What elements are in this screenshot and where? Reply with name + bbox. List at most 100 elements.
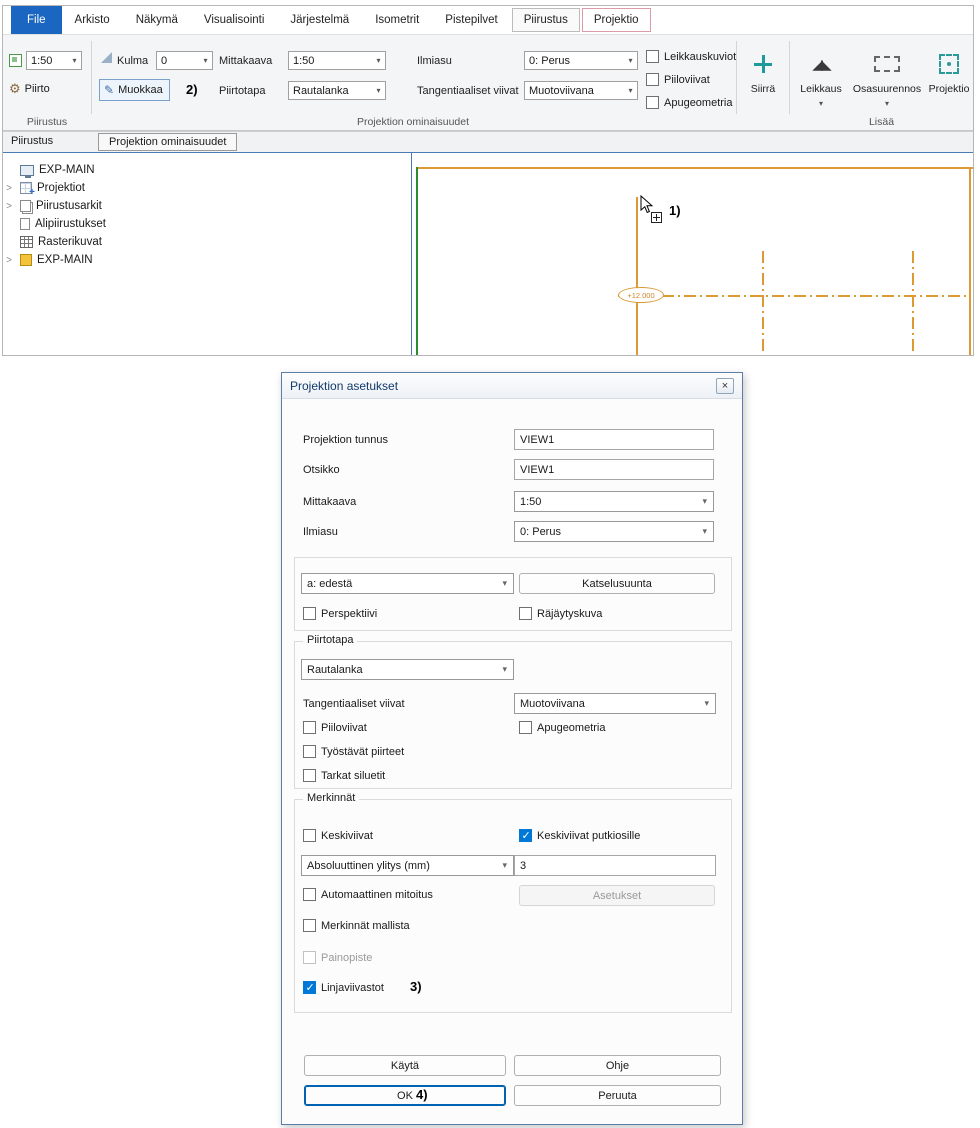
tangent-label: Tangentiaaliset viivat (303, 698, 405, 710)
tree-item-projektiot[interactable]: Projektiot (3, 179, 409, 197)
expander-icon[interactable] (3, 254, 15, 266)
checkbox-apugeometria-ribbon[interactable]: Apugeometria (646, 96, 733, 109)
panel-tab-projektion-ominaisuudet[interactable]: Projektion ominaisuudet (98, 133, 237, 151)
ok-button[interactable]: OK (304, 1085, 506, 1106)
tree-item-alipiirustukset[interactable]: Alipiirustukset (3, 215, 409, 233)
group-label-piirustus: Piirustus (3, 116, 91, 128)
tab-jarjestelma[interactable]: Järjestelmä (277, 6, 362, 34)
panel-tab-piirustus[interactable]: Piirustus (11, 135, 53, 147)
projektio-button[interactable]: Projektio (925, 45, 973, 95)
ilmiasu-select[interactable]: 0: Perus (514, 521, 714, 542)
tangent-select[interactable]: Muotoviivana (514, 693, 716, 714)
model-icon (20, 254, 32, 266)
checkbox-label: Tarkat siluetit (321, 770, 385, 782)
merkinnat-group-label: Merkinnät (303, 792, 359, 804)
checkbox-label: Piiloviivat (664, 74, 710, 86)
centerline-vertical-2 (912, 251, 914, 355)
piirto-button[interactable]: Piirto (9, 82, 50, 96)
centerline-vertical-1 (762, 251, 764, 355)
tangent-value: Muotoviivana (525, 85, 624, 97)
checkbox-box (519, 721, 532, 734)
tunnus-input[interactable]: VIEW1 (514, 429, 714, 450)
checkbox-piiloviivat[interactable]: Piiloviivat (303, 721, 367, 734)
ylitys-mode-select[interactable]: Absoluuttinen ylitys (mm) (301, 855, 514, 876)
level-marker: +12.000 (618, 287, 664, 303)
ilmiasu-combo[interactable]: 0: Perus (524, 51, 638, 70)
checkbox-leikkauskuviot[interactable]: Leikkauskuviot (646, 50, 736, 63)
piirtotapa-value: Rautalanka (307, 664, 363, 676)
chevron-down-icon (624, 56, 637, 65)
drawing-canvas[interactable]: +12.000 1) (412, 153, 973, 355)
ribbon: 1:50 Piirto Piirustus Kulma 0 Muokkaa 2)… (3, 34, 973, 131)
sheets-icon (20, 200, 31, 212)
checkbox-label: Työstävät piirteet (321, 746, 404, 758)
annotation-4: 4) (416, 1087, 428, 1102)
otsikko-input[interactable]: VIEW1 (514, 459, 714, 480)
tree-item-rasterikuvat[interactable]: Rasterikuvat (3, 233, 409, 251)
tree-item-exp-main[interactable]: EXP-MAIN (3, 161, 409, 179)
checkbox-box (303, 951, 316, 964)
checkbox-box (303, 888, 316, 901)
checkbox-box (303, 721, 316, 734)
expander-icon[interactable] (3, 200, 15, 212)
checkbox-keskiviivat-putkiosille[interactable]: Keskiviivat putkiosille (519, 829, 640, 842)
tree-item-exp-main-model[interactable]: EXP-MAIN (3, 251, 409, 269)
tab-file[interactable]: File (11, 6, 62, 34)
checkbox-tarkat-siluetit[interactable]: Tarkat siluetit (303, 769, 385, 782)
osasuurennos-button[interactable]: Osasuurennos (850, 45, 924, 109)
tab-nakyma[interactable]: Näkymä (123, 6, 191, 34)
tab-piirustus[interactable]: Piirustus (512, 8, 580, 32)
view-direction-select[interactable]: a: edestä (301, 573, 514, 594)
kayta-button[interactable]: Käytä (304, 1055, 506, 1076)
checkbox-box (303, 829, 316, 842)
dialog-titlebar[interactable]: Projektion asetukset (282, 373, 742, 399)
checkbox-automaattinen-mitoitus[interactable]: Automaattinen mitoitus (303, 888, 433, 901)
ohje-button[interactable]: Ohje (514, 1055, 721, 1076)
app-window: File Arkisto Näkymä Visualisointi Järjes… (2, 5, 974, 356)
annotation-3: 3) (410, 979, 422, 994)
checkbox-apugeometria[interactable]: Apugeometria (519, 721, 606, 734)
checkbox-label: Perspektiivi (321, 608, 377, 620)
kulma-combo[interactable]: 0 (156, 51, 213, 70)
siirra-button[interactable]: Siirrä (740, 45, 786, 95)
checkbox-linjaviivastot[interactable]: Linjaviivastot (303, 981, 384, 994)
mittakaava-label: Mittakaava (219, 55, 272, 67)
checkbox-label: Räjäytyskuva (537, 608, 602, 620)
projektion-asetukset-dialog: Projektion asetukset Projektion tunnus V… (281, 372, 743, 1125)
workspace: EXP-MAIN Projektiot Piirustusarkit Alipi… (3, 152, 973, 355)
mittakaava-combo[interactable]: 1:50 (288, 51, 386, 70)
drawing-scale-combo[interactable]: 1:50 (26, 51, 82, 70)
peruuta-button[interactable]: Peruuta (514, 1085, 721, 1106)
checkbox-merkinnat-mallista[interactable]: Merkinnät mallista (303, 919, 410, 932)
expander-icon[interactable] (3, 182, 15, 194)
checkbox-perspektiivi[interactable]: Perspektiivi (303, 607, 377, 620)
piirtotapa-select[interactable]: Rautalanka (301, 659, 514, 680)
chevron-down-icon (68, 56, 81, 65)
checkbox-piiloviivat-ribbon[interactable]: Piiloviivat (646, 73, 710, 86)
annotation-2: 2) (186, 82, 198, 97)
muokkaa-button[interactable]: Muokkaa (99, 79, 170, 101)
chevron-down-icon (624, 86, 637, 95)
tangent-combo[interactable]: Muotoviivana (524, 81, 638, 100)
tree-item-label: EXP-MAIN (39, 164, 95, 176)
tab-pistepilvet[interactable]: Pistepilvet (432, 6, 510, 34)
close-icon[interactable] (716, 378, 734, 394)
tab-projektio[interactable]: Projektio (582, 8, 651, 32)
checkbox-keskiviivat[interactable]: Keskiviivat (303, 829, 373, 842)
ylitys-value-input[interactable]: 3 (514, 855, 716, 876)
leikkaus-button[interactable]: Leikkaus (794, 45, 848, 109)
level-marker-value: +12.000 (627, 291, 654, 300)
tab-visualisointi[interactable]: Visualisointi (191, 6, 278, 34)
tree-item-piirustusarkit[interactable]: Piirustusarkit (3, 197, 409, 215)
katselusuunta-button[interactable]: Katselusuunta (519, 573, 715, 594)
ribbon-tab-bar: File Arkisto Näkymä Visualisointi Järjes… (3, 6, 973, 34)
canvas-orange-right-line (969, 167, 971, 355)
tab-arkisto[interactable]: Arkisto (62, 6, 123, 34)
piirtotapa-combo[interactable]: Rautalanka (288, 81, 386, 100)
mittakaava-select[interactable]: 1:50 (514, 491, 714, 512)
checkbox-rajaytyskuva[interactable]: Räjäytyskuva (519, 607, 602, 620)
tab-isometrit[interactable]: Isometrit (362, 6, 432, 34)
checkbox-box (519, 829, 532, 842)
leikkaus-label: Leikkaus (800, 83, 841, 95)
checkbox-tyostavat-piirteet[interactable]: Työstävät piirteet (303, 745, 404, 758)
